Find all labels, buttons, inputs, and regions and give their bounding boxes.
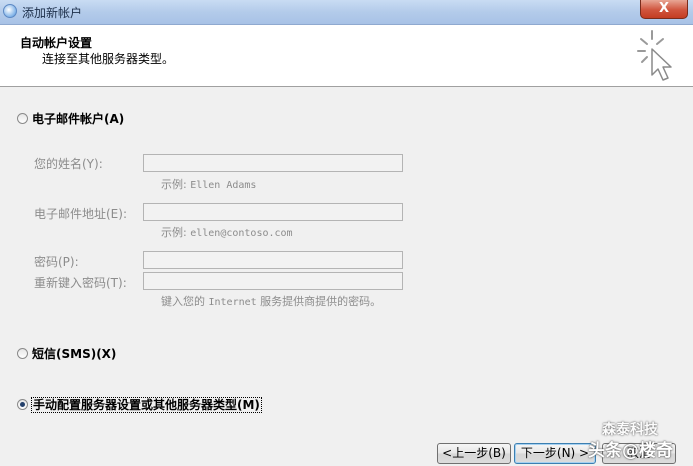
window-title: 添加新帐户	[22, 6, 83, 20]
manual-config-label[interactable]: 手动配置服务器设置或其他服务器类型(M)	[31, 396, 262, 413]
watermark-line2: 头条@楼奇	[588, 441, 673, 461]
wizard-header: 自动帐户设置 连接至其他服务器类型。	[0, 25, 693, 87]
close-button[interactable]: X	[640, 0, 688, 19]
email-hint-example: ellen@contoso.com	[190, 228, 293, 239]
password-hint-brand: Internet	[208, 297, 257, 308]
email-address-label: 电子邮件地址(E):	[34, 207, 127, 221]
header-title: 自动帐户设置	[20, 36, 93, 50]
back-button[interactable]: <上一步(B)	[437, 443, 511, 464]
outlook-app-icon	[3, 4, 17, 18]
password-hint-prefix: 键入您的	[161, 295, 205, 308]
sms-label[interactable]: 短信(SMS)(X)	[32, 345, 116, 362]
password-label: 密码(P):	[34, 255, 79, 269]
retype-password-input[interactable]	[143, 272, 403, 290]
name-hint-prefix: 示例:	[161, 178, 187, 191]
sms-radio[interactable]	[17, 348, 28, 359]
manual-config-radio[interactable]	[17, 399, 28, 410]
email-address-input[interactable]	[143, 203, 403, 221]
email-hint: 示例: ellen@contoso.com	[161, 224, 293, 240]
header-subtitle: 连接至其他服务器类型。	[42, 52, 175, 66]
name-input[interactable]	[143, 154, 403, 172]
cursor-sparkle-icon	[637, 30, 672, 81]
email-account-label[interactable]: 电子邮件帐户(A)	[32, 110, 124, 127]
name-hint: 示例: Ellen Adams	[161, 176, 256, 192]
name-hint-example: Ellen Adams	[190, 180, 257, 191]
email-account-radio[interactable]	[17, 113, 28, 124]
password-hint: 键入您的 Internet 服务提供商提供的密码。	[161, 293, 381, 309]
name-label: 您的姓名(Y):	[34, 157, 103, 171]
title-bar: 添加新帐户 X	[0, 0, 693, 25]
manual-config-label-text: 手动配置服务器设置或其他服务器类型(M)	[31, 397, 262, 413]
retype-password-label: 重新键入密码(T):	[34, 276, 127, 290]
email-hint-prefix: 示例:	[161, 226, 187, 239]
password-input[interactable]	[143, 251, 403, 269]
password-hint-suffix: 服务提供商提供的密码。	[260, 295, 382, 308]
watermark: 森泰科技 头条@楼奇	[560, 418, 693, 466]
close-icon: X	[658, 1, 670, 16]
